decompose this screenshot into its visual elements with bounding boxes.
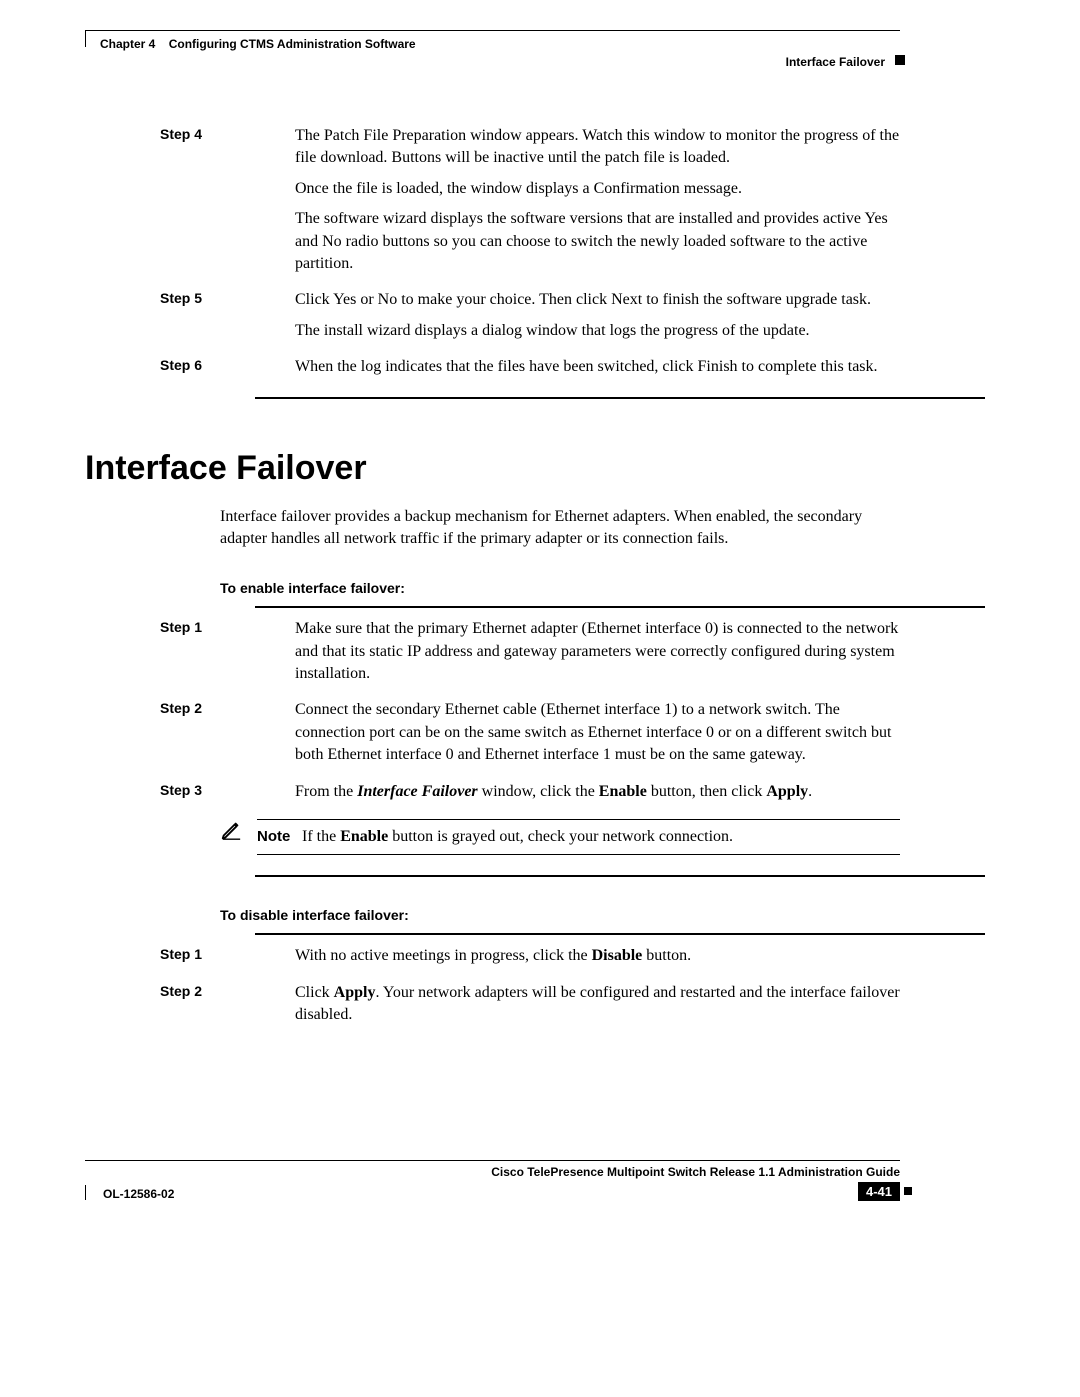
- step-text: Make sure that the primary Ethernet adap…: [295, 618, 900, 693]
- subsection-rule: [255, 933, 985, 935]
- step-para: Connect the secondary Ethernet cable (Et…: [295, 699, 900, 766]
- footer-tick: [85, 1185, 86, 1203]
- step-text: With no active meetings in progress, cli…: [295, 945, 900, 975]
- step-para: Make sure that the primary Ethernet adap…: [295, 618, 900, 685]
- note-top-rule: [257, 819, 900, 820]
- step-para: The Patch File Preparation window appear…: [295, 125, 900, 170]
- footer-doc-number: OL-12586-02: [103, 1187, 174, 1201]
- step-text: Click Apply. Your network adapters will …: [295, 982, 900, 1035]
- intro-paragraph: Interface failover provides a backup mec…: [220, 506, 900, 551]
- step-label: Step 1: [85, 618, 295, 693]
- header-tick: [85, 30, 86, 47]
- step-row: Step 5 Click Yes or No to make your choi…: [85, 289, 900, 350]
- step-label: Step 3: [85, 781, 295, 811]
- step-text: When the log indicates that the files ha…: [295, 356, 900, 386]
- step-label: Step 2: [85, 699, 295, 774]
- page-content: Step 4 The Patch File Preparation window…: [85, 125, 900, 1041]
- step-row: Step 2 Connect the secondary Ethernet ca…: [85, 699, 900, 774]
- note-label: Note: [257, 826, 302, 848]
- step-row: Step 1 Make sure that the primary Ethern…: [85, 618, 900, 693]
- pencil-icon: [220, 819, 245, 844]
- page-marker-box: [904, 1187, 912, 1195]
- footer-rule: [85, 1160, 900, 1161]
- step-row: Step 2 Click Apply. Your network adapter…: [85, 982, 900, 1035]
- step-para: When the log indicates that the files ha…: [295, 356, 900, 378]
- step-text: Connect the secondary Ethernet cable (Et…: [295, 699, 900, 774]
- step-label: Step 2: [85, 982, 295, 1035]
- subsection-rule: [255, 606, 985, 608]
- note-text: If the Enable button is grayed out, chec…: [302, 826, 900, 848]
- header-rule: [85, 30, 900, 31]
- step-text: From the Interface Failover window, clic…: [295, 781, 900, 811]
- step-text: Click Yes or No to make your choice. The…: [295, 289, 900, 350]
- step-para: Click Yes or No to make your choice. The…: [295, 289, 900, 311]
- step-label: Step 4: [85, 125, 295, 283]
- step-para: With no active meetings in progress, cli…: [295, 945, 900, 967]
- step-para: The software wizard displays the softwar…: [295, 208, 900, 275]
- step-row: Step 4 The Patch File Preparation window…: [85, 125, 900, 283]
- section-end-rule: [255, 397, 985, 399]
- header-chapter: Chapter 4 Configuring CTMS Administratio…: [100, 37, 416, 51]
- note-block: Note If the Enable button is grayed out,…: [220, 819, 900, 855]
- subsection-end-rule: [255, 875, 985, 877]
- step-row: Step 3 From the Interface Failover windo…: [85, 781, 900, 811]
- chapter-number: Chapter 4: [100, 37, 155, 51]
- chapter-title: Configuring CTMS Administration Software: [169, 37, 416, 51]
- disable-subheading: To disable interface failover:: [220, 907, 900, 923]
- header-marker-box: [895, 55, 905, 65]
- step-label: Step 1: [85, 945, 295, 975]
- step-text: The Patch File Preparation window appear…: [295, 125, 900, 283]
- page-number-badge: 4-41: [858, 1182, 900, 1201]
- note-bottom-rule: [257, 854, 900, 855]
- note-content: Note If the Enable button is grayed out,…: [257, 819, 900, 855]
- step-para: Click Apply. Your network adapters will …: [295, 982, 900, 1027]
- step-para: From the Interface Failover window, clic…: [295, 781, 900, 803]
- step-para: The install wizard displays a dialog win…: [295, 320, 900, 342]
- step-para: Once the file is loaded, the window disp…: [295, 178, 900, 200]
- step-label: Step 6: [85, 356, 295, 386]
- step-label: Step 5: [85, 289, 295, 350]
- header-section: Interface Failover: [786, 55, 885, 69]
- step-row: Step 1 With no active meetings in progre…: [85, 945, 900, 975]
- step-row: Step 6 When the log indicates that the f…: [85, 356, 900, 386]
- enable-subheading: To enable interface failover:: [220, 580, 900, 596]
- section-heading: Interface Failover: [85, 449, 900, 488]
- footer-guide-title: Cisco TelePresence Multipoint Switch Rel…: [491, 1165, 900, 1179]
